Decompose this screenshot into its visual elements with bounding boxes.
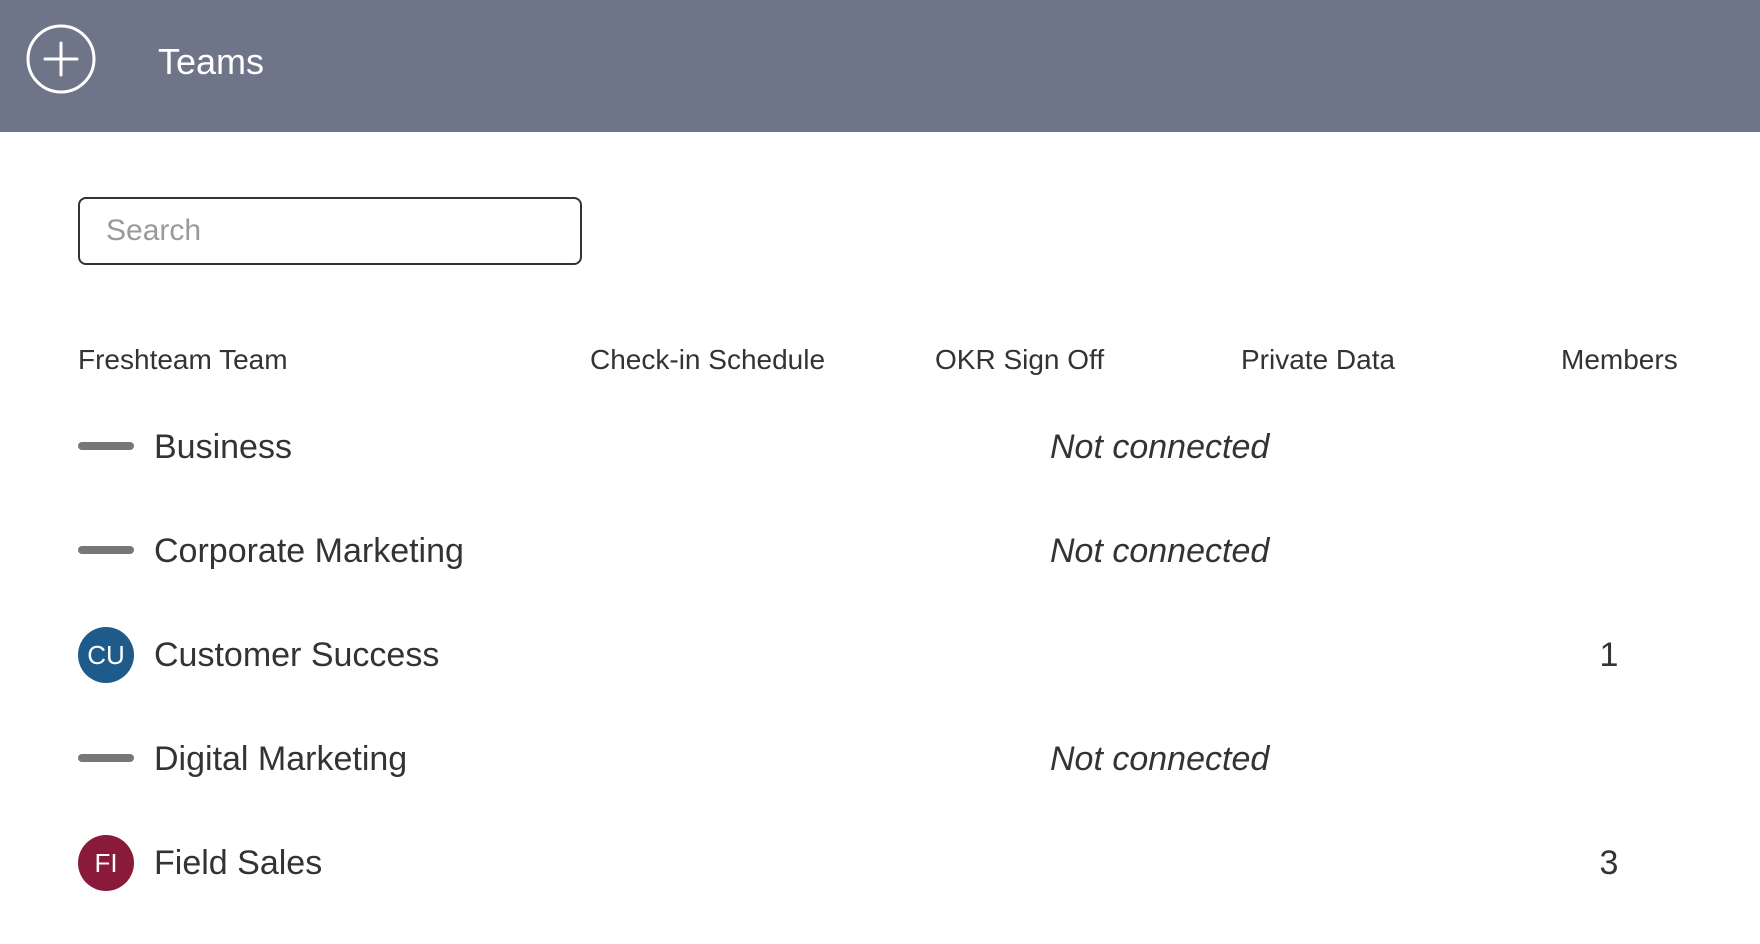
- table-row[interactable]: Digital Marketing Not connected: [78, 723, 1698, 795]
- add-team-button[interactable]: [26, 24, 96, 94]
- plus-circle-icon: [26, 24, 96, 94]
- connection-status: Not connected: [1050, 740, 1270, 778]
- team-name[interactable]: Corporate Marketing: [154, 529, 464, 573]
- table-row[interactable]: Business Not connected: [78, 411, 1698, 483]
- column-header-members[interactable]: Members: [1561, 340, 1678, 380]
- team-name[interactable]: Digital Marketing: [154, 737, 407, 781]
- column-header-checkin-schedule[interactable]: Check-in Schedule: [590, 340, 825, 380]
- connection-status: Not connected: [1050, 428, 1270, 466]
- team-avatar: CU: [78, 627, 134, 683]
- team-avatar: FI: [78, 835, 134, 891]
- connection-status: Not connected: [1050, 532, 1270, 570]
- members-count: 1: [1599, 636, 1619, 674]
- no-avatar-dash-icon: [78, 442, 134, 450]
- team-name[interactable]: Field Sales: [154, 841, 322, 885]
- table-row[interactable]: CU Customer Success 1: [78, 619, 1698, 691]
- members-count: 3: [1599, 844, 1619, 882]
- top-bar: Teams: [0, 0, 1760, 132]
- table-row[interactable]: FI Field Sales 3: [78, 827, 1698, 899]
- team-name[interactable]: Customer Success: [154, 633, 439, 677]
- table-row[interactable]: Corporate Marketing Not connected: [78, 515, 1698, 587]
- no-avatar-dash-icon: [78, 546, 134, 554]
- column-header-okr-sign-off[interactable]: OKR Sign Off: [935, 340, 1104, 380]
- column-header-private-data[interactable]: Private Data: [1241, 340, 1395, 380]
- team-name[interactable]: Business: [154, 425, 292, 469]
- page-title: Teams: [158, 41, 265, 82]
- no-avatar-dash-icon: [78, 754, 134, 762]
- search-input[interactable]: [78, 197, 582, 265]
- column-header-team[interactable]: Freshteam Team: [78, 340, 288, 380]
